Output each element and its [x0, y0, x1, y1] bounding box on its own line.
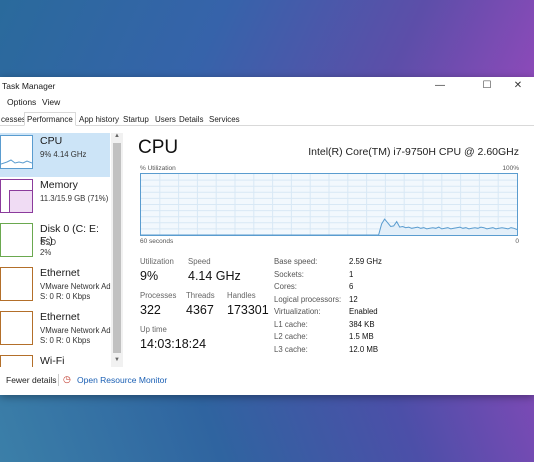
cpu-heading: CPU	[138, 137, 179, 158]
cpu-utilization-graph	[140, 173, 518, 236]
memory-thumbnail-graph	[0, 179, 33, 213]
tab-performance[interactable]: Performance	[24, 112, 76, 126]
graph-x-left: 60 seconds	[140, 238, 174, 245]
footer: Fewer details ◷ Open Resource Monitor	[0, 373, 534, 387]
cpu-details-panel: CPU Intel(R) Core(TM) i7-9750H CPU @ 2.6…	[138, 133, 523, 367]
maximize-button[interactable]: ☐	[473, 77, 501, 95]
resource-list: CPU 9% 4.14 GHz Memory 11.3/15.9 GB (71%…	[0, 133, 123, 367]
tab-services[interactable]: Services	[206, 112, 243, 126]
resource-detail: 11.3/15.9 GB (71%)	[40, 194, 109, 203]
resource-wifi[interactable]: Wi-Fi	[0, 353, 110, 367]
spec-label: Cores:	[274, 282, 297, 291]
desktop-background-bottom	[0, 395, 534, 462]
fewer-details-link[interactable]: Fewer details	[6, 375, 57, 385]
tab-details[interactable]: Details	[176, 112, 206, 126]
resource-name: Wi-Fi	[40, 355, 65, 367]
resource-list-scrollbar[interactable]: ▲ ▼	[111, 133, 123, 367]
spec-label: L1 cache:	[274, 319, 308, 329]
graph-y-max: 100%	[502, 165, 519, 172]
tab-startup[interactable]: Startup	[120, 112, 152, 126]
task-manager-window: Task Manager — ☐ ✕ Options View cesses P…	[0, 77, 534, 395]
spec-label: Sockets:	[274, 269, 304, 279]
minimize-button[interactable]: —	[426, 77, 454, 95]
spec-label: Logical processors:	[274, 294, 342, 304]
resource-detail: S: 0 R: 0 Kbps	[40, 336, 91, 345]
spec-value: 1.5 MB	[349, 332, 374, 341]
menu-options[interactable]: Options	[7, 97, 36, 107]
speed-value: 4.14 GHz	[188, 269, 241, 283]
threads-value: 4367	[186, 303, 214, 317]
processes-value: 322	[140, 303, 161, 317]
scroll-down-icon[interactable]: ▼	[111, 357, 123, 367]
menu-view[interactable]: View	[42, 97, 60, 107]
threads-label: Threads	[186, 291, 215, 300]
spec-value: 2.59 GHz	[349, 257, 382, 266]
resource-ethernet-2[interactable]: Ethernet VMware Network Ad S: 0 R: 0 Kbp…	[0, 309, 111, 353]
graph-x-right: 0	[515, 238, 519, 245]
spec-label: Virtualization:	[274, 307, 321, 316]
cpu-utilization-chart	[141, 174, 518, 236]
resource-detail: SSD	[40, 238, 57, 247]
footer-divider	[58, 374, 59, 386]
title-bar[interactable]: Task Manager — ☐ ✕	[0, 77, 534, 95]
processes-label: Processes	[140, 291, 177, 300]
window-title: Task Manager	[2, 81, 56, 91]
graph-y-label: % Utilization	[140, 165, 176, 172]
wifi-thumbnail-graph	[0, 355, 33, 367]
spec-value: 1	[349, 269, 354, 279]
handles-value: 173301	[227, 303, 269, 317]
disk-thumbnail-graph	[0, 223, 33, 257]
handles-label: Handles	[227, 291, 256, 300]
spec-value: 6	[349, 282, 354, 291]
tab-users[interactable]: Users	[152, 112, 179, 126]
resource-detail: 2%	[40, 248, 52, 257]
ethernet-thumbnail-graph	[0, 267, 33, 301]
tab-app-history[interactable]: App history	[76, 112, 122, 126]
utilization-label: Utilization	[140, 257, 174, 266]
resource-name: CPU	[40, 135, 63, 147]
spec-value: 12	[349, 294, 358, 304]
resource-name: Ethernet	[40, 311, 80, 323]
resource-detail: VMware Network Ad	[40, 282, 111, 291]
cpu-thumbnail-graph	[0, 135, 33, 169]
spec-value: Enabled	[349, 307, 378, 316]
spec-label: Base speed:	[274, 257, 318, 266]
speed-label: Speed	[188, 257, 211, 266]
resource-memory[interactable]: Memory 11.3/15.9 GB (71%)	[0, 177, 110, 221]
tab-bar: cesses Performance App history Startup U…	[0, 111, 534, 126]
resource-detail: S: 0 R: 0 Kbps	[40, 292, 91, 301]
spec-value: 12.0 MB	[349, 344, 379, 354]
resource-name: Memory	[40, 179, 78, 191]
resource-detail: VMware Network Ad	[40, 326, 111, 335]
ethernet-thumbnail-graph	[0, 311, 33, 345]
resource-detail: 9% 4.14 GHz	[40, 150, 87, 159]
cpu-model: Intel(R) Core(TM) i7-9750H CPU @ 2.60GHz	[308, 146, 519, 158]
open-resource-monitor-link[interactable]: Open Resource Monitor	[77, 375, 167, 385]
close-button[interactable]: ✕	[504, 77, 532, 95]
spec-label: L2 cache:	[274, 332, 308, 341]
uptime-value: 14:03:18:24	[140, 337, 207, 351]
resource-cpu[interactable]: CPU 9% 4.14 GHz	[0, 133, 110, 177]
spec-value: 384 KB	[349, 319, 375, 329]
resource-monitor-icon: ◷	[63, 374, 71, 384]
spec-label: L3 cache:	[274, 344, 308, 354]
resource-disk[interactable]: Disk 0 (C: E: F:) SSD 2%	[0, 221, 110, 265]
utilization-value: 9%	[140, 269, 159, 283]
scroll-thumb[interactable]	[113, 143, 121, 353]
resource-name: Ethernet	[40, 267, 80, 279]
resource-ethernet-1[interactable]: Ethernet VMware Network Ad S: 0 R: 0 Kbp…	[0, 265, 111, 309]
desktop-background-top	[0, 0, 534, 78]
uptime-label: Up time	[140, 325, 167, 334]
scroll-up-icon[interactable]: ▲	[111, 133, 123, 143]
